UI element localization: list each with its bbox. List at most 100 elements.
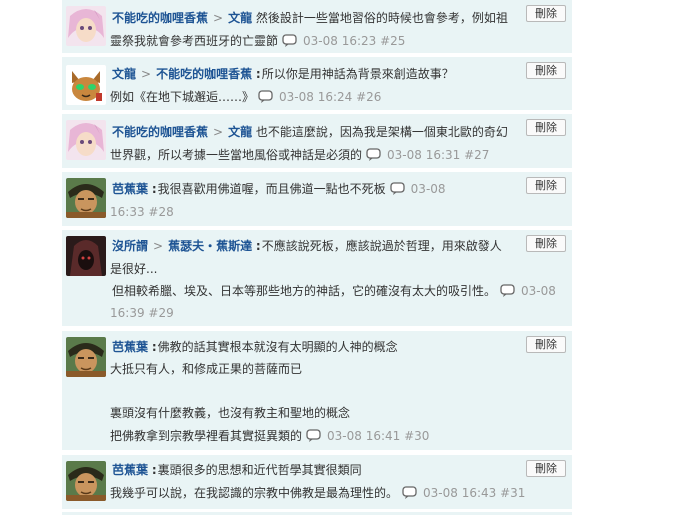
delete-button[interactable]: 刪除	[526, 5, 566, 22]
reply-text: 不應該說死板，應該說過於哲理，用來啟發人	[261, 239, 502, 253]
timestamp: 03-08 16:31	[387, 148, 461, 162]
colon-separator: :	[255, 67, 261, 81]
reply-text: 裏頭沒有什麼教義，也沒有教主和聖地的概念	[110, 406, 351, 420]
delete-button[interactable]: 刪除	[526, 62, 566, 79]
reply-line: 世界觀，所以考據一些當地風俗或神話是必須的 03-08 16:31 #27	[110, 145, 518, 165]
reply-item: 文龍 > 不能吃的咖哩香蕉 :所以你是用神話為背景來創造故事？ 例如《在地下城邂逅……	[62, 57, 572, 112]
author-link[interactable]: 沒所謂	[112, 239, 148, 253]
reply-text: 是很好...	[110, 262, 158, 276]
reply-item: 芭蕉葉 :我很喜歡用佛道喔，而且佛道一點也不死板 03-08 16:33 #28 …	[62, 172, 572, 228]
target-user-link[interactable]: 文龍	[228, 11, 252, 25]
timestamp: 16:39	[110, 306, 145, 320]
reply-text: 但相較希臘、埃及、日本等那些地方的神話，它的確沒有太大的吸引性。	[112, 284, 497, 298]
reply-arrow-icon: >	[213, 11, 224, 25]
timestamp: 03-08	[521, 284, 556, 298]
reply-line: 不能吃的咖哩香蕉 > 文龍 也不能這麼說，因為我是架構一個東北歐的奇幻	[112, 122, 518, 142]
reply-line: 16:39 #29	[110, 303, 518, 323]
reply-line: 我幾乎可以說，在我認識的宗教中佛教是最為理性的。 03-08 16:43 #31	[110, 483, 525, 503]
reply-line: 沒所謂 > 蕉瑟夫・蕉斯達 :不應該說死板，應該說過於哲理，用來啟發人	[112, 236, 518, 256]
floor-link[interactable]: #25	[380, 34, 405, 48]
reply-text: 所以你是用神話為背景來創造故事？	[261, 67, 454, 81]
reply-arrow-icon: >	[213, 125, 224, 139]
avatar-pink-hair-icon[interactable]	[66, 6, 106, 46]
author-link[interactable]: 芭蕉葉	[112, 463, 148, 477]
delete-button[interactable]: 刪除	[526, 460, 566, 477]
colon-separator: :	[151, 340, 157, 354]
floor-link[interactable]: #26	[356, 90, 381, 104]
reply-text: 靈祭我就會參考西班牙的亡靈節	[110, 34, 279, 48]
avatar-hooded-icon[interactable]	[66, 236, 106, 276]
delete-button[interactable]: 刪除	[526, 177, 566, 194]
delete-button[interactable]: 刪除	[526, 119, 566, 136]
colon-separator: :	[255, 239, 261, 253]
reply-line: 靈祭我就會參考西班牙的亡靈節 03-08 16:23 #25	[110, 31, 518, 51]
avatar-warrior-icon[interactable]	[66, 337, 106, 377]
reply-text: 例如《在地下城邂逅……》	[110, 90, 255, 104]
reply-text: 佛教的話其實根本就沒有太明顯的人神的概念	[157, 340, 398, 354]
avatar-pink-hair-icon[interactable]	[66, 120, 106, 160]
target-user-link[interactable]: 文龍	[228, 125, 252, 139]
reply-bubble-icon[interactable]	[500, 284, 515, 298]
reply-line: 芭蕉葉 :我很喜歡用佛道喔，而且佛道一點也不死板 03-08	[112, 179, 518, 199]
reply-line: 裏頭沒有什麼教義，也沒有教主和聖地的概念	[110, 403, 518, 423]
avatar-warrior-icon[interactable]	[66, 178, 106, 218]
reply-bubble-icon[interactable]	[306, 429, 321, 443]
reply-text: 我很喜歡用佛道喔，而且佛道一點也不死板	[157, 182, 386, 196]
reply-line: 芭蕉葉 :佛教的話其實根本就沒有太明顯的人神的概念	[112, 337, 518, 357]
target-user-link[interactable]: 不能吃的咖哩香蕉	[156, 67, 252, 81]
delete-button[interactable]: 刪除	[526, 235, 566, 252]
reply-bubble-icon[interactable]	[282, 34, 297, 48]
reply-arrow-icon: >	[141, 67, 152, 81]
floor-link[interactable]: #27	[464, 148, 489, 162]
timestamp: 03-08 16:43	[423, 486, 497, 500]
reply-text: 把佛教拿到宗教學裡看其實挺異類的	[110, 429, 303, 443]
reply-line: 把佛教拿到宗教學裡看其實挺異類的 03-08 16:41 #30	[110, 426, 518, 446]
reply-text: 然後設計一些當地習俗的時候也會參考，例如祖	[255, 11, 508, 25]
reply-line: 不能吃的咖哩香蕉 > 文龍 然後設計一些當地習俗的時候也會參考，例如祖	[112, 8, 518, 28]
author-link[interactable]: 芭蕉葉	[112, 182, 148, 196]
reply-line: 16:33 #28	[110, 202, 518, 222]
floor-link[interactable]: #30	[404, 429, 429, 443]
avatar-cat-icon[interactable]	[66, 65, 106, 105]
timestamp: 03-08 16:23	[303, 34, 377, 48]
reply-item: 芭蕉葉 :佛教的話其實根本就沒有太明顯的人神的概念 大抵只有人，和修成正果的菩薩…	[62, 331, 572, 452]
author-link[interactable]: 芭蕉葉	[112, 340, 148, 354]
reply-text: 也不能這麼說，因為我是架構一個東北歐的奇幻	[255, 125, 508, 139]
timestamp: 03-08	[410, 182, 446, 196]
reply-line: 大抵只有人，和修成正果的菩薩而已	[110, 359, 518, 379]
target-user-link[interactable]: 蕉瑟夫・蕉斯達	[168, 239, 252, 253]
author-link[interactable]: 不能吃的咖哩香蕉	[112, 11, 208, 25]
reply-item: 不能吃的咖哩香蕉 > 文龍 然後設計一些當地習俗的時候也會參考，例如祖 靈祭我就會參…	[62, 0, 572, 55]
reply-line: 是很好...	[110, 259, 518, 279]
colon-separator: :	[151, 182, 157, 196]
reply-arrow-icon: >	[153, 239, 164, 253]
reply-bubble-icon[interactable]	[366, 148, 381, 162]
reply-text: 裏頭很多的思想和近代哲學其實很類同	[157, 463, 362, 477]
reply-line: 例如《在地下城邂逅……》 03-08 16:24 #26	[110, 87, 518, 107]
reply-text: 大抵只有人，和修成正果的菩薩而已	[110, 362, 303, 376]
reply-item: 芭蕉葉 :裏頭很多的思想和近代哲學其實很類同 我幾乎可以說，在我認識的宗教中佛教…	[62, 455, 572, 511]
reply-item: 不能吃的咖哩香蕉 > 文龍 也不能這麼說，因為我是架構一個東北歐的奇幻 世界觀，所以…	[62, 114, 572, 170]
author-link[interactable]: 文龍	[112, 67, 136, 81]
reply-line: 但相較希臘、埃及、日本等那些地方的神話，它的確沒有太大的吸引性。 03-08	[112, 281, 566, 301]
timestamp: 03-08 16:41	[327, 429, 401, 443]
reply-bubble-icon[interactable]	[402, 486, 417, 500]
floor-link[interactable]: #29	[148, 306, 173, 320]
reply-line: 芭蕉葉 :裏頭很多的思想和近代哲學其實很類同	[112, 460, 518, 480]
author-link[interactable]: 不能吃的咖哩香蕉	[112, 125, 208, 139]
floor-link[interactable]: #28	[148, 205, 173, 219]
reply-text: 我幾乎可以說，在我認識的宗教中佛教是最為理性的。	[110, 486, 399, 500]
floor-link[interactable]: #31	[500, 486, 525, 500]
reply-line: 文龍 > 不能吃的咖哩香蕉 :所以你是用神話為背景來創造故事？	[112, 64, 518, 84]
right-margin	[573, 0, 689, 515]
timestamp: 16:33	[110, 205, 145, 219]
avatar-warrior-icon[interactable]	[66, 461, 106, 501]
left-margin	[0, 0, 60, 515]
delete-button[interactable]: 刪除	[526, 336, 566, 353]
reply-bubble-icon[interactable]	[258, 90, 273, 104]
reply-bubble-icon[interactable]	[390, 182, 405, 196]
reply-item: 沒所謂 > 蕉瑟夫・蕉斯達 :不應該說死板，應該說過於哲理，用來啟發人 是很好...…	[62, 230, 572, 328]
reply-text: 世界觀，所以考據一些當地風俗或神話是必須的	[110, 148, 363, 162]
colon-separator: :	[151, 463, 157, 477]
timestamp: 03-08 16:24	[279, 90, 353, 104]
